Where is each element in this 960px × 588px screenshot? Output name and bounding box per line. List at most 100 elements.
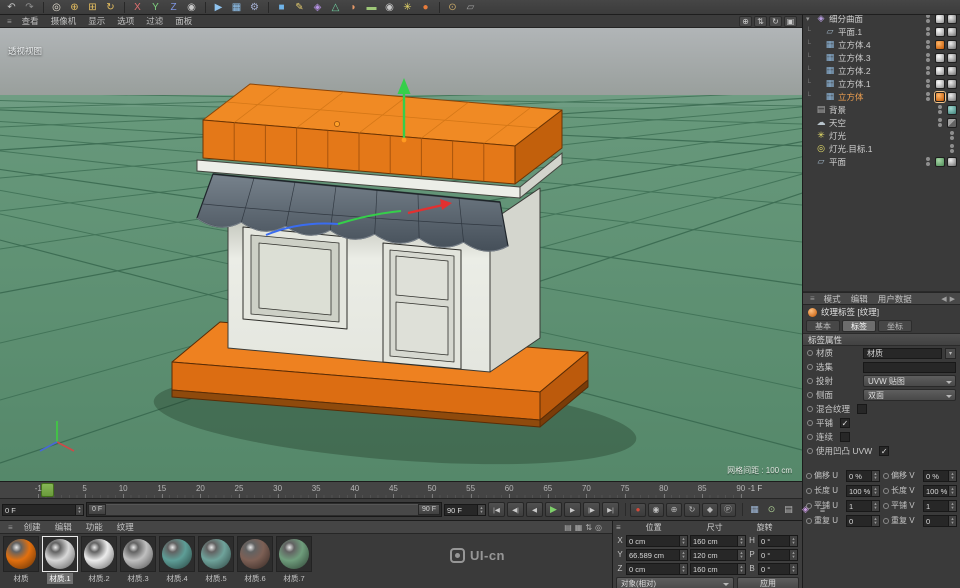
visibility-dots[interactable] [926,40,930,49]
spinner-down-icon[interactable]: ▼ [951,506,955,510]
editor-visibility-dot[interactable] [950,131,954,135]
phong-tag-icon[interactable] [947,66,957,76]
deformer-icon[interactable]: ◗ [345,1,362,14]
spinner-arrows[interactable]: ▲▼ [789,550,797,560]
material-menu-item[interactable]: 纹理 [110,521,141,533]
silver-tag-icon[interactable] [935,79,945,89]
visibility-dots[interactable] [926,53,930,62]
viewport-menu-panel[interactable]: 面板 [169,15,198,27]
record-rotation-button[interactable]: ↻ [684,503,700,517]
spinner-down-icon[interactable]: ▼ [874,491,878,495]
spinner-down-icon[interactable]: ▼ [792,569,796,573]
material-menu-item[interactable]: 编辑 [48,521,79,533]
uv-value-field[interactable]: 100 %▲▼ [846,485,880,497]
phong-tag-icon[interactable] [947,53,957,63]
spinner-down-icon[interactable]: ▼ [740,555,744,559]
zoom-view-icon[interactable]: ⇅ [754,16,767,27]
phong-tag-icon[interactable] [947,14,957,24]
spinner-arrows[interactable]: ▲▼ [948,486,956,496]
subdivision-surface-icon[interactable]: ◈ [309,1,326,14]
floor-icon[interactable]: ▬ [363,1,380,14]
anim-dot-icon[interactable] [807,350,813,356]
sort-icon[interactable]: ⇅ [585,523,592,532]
spinner-arrows[interactable]: ▲▼ [871,516,879,526]
rotate-view-icon[interactable]: ↻ [769,16,782,27]
visibility-dots[interactable] [926,92,930,101]
current-frame-field[interactable]: 0 F▲▼ [2,504,84,516]
autokey-button[interactable]: ◉ [648,503,664,517]
live-selection-icon[interactable]: ◎ [48,1,65,14]
render-visibility-dot[interactable] [938,110,942,114]
material-item[interactable]: 材质.3 [119,536,157,584]
spinner-arrows[interactable]: ▲▼ [948,516,956,526]
move-tool-icon[interactable]: ⊕ [66,1,83,14]
record-parameter-button[interactable]: ◆ [702,503,718,517]
display-filter-icon[interactable]: ▤ [781,503,796,516]
material-menu-item[interactable]: 创建 [17,521,48,533]
orange-tag-icon[interactable] [935,40,945,50]
keyframe-selection-icon[interactable]: ▦ [747,503,762,516]
viewport-menu-filter[interactable]: 过滤 [140,15,169,27]
render-visibility-dot[interactable] [938,123,942,127]
lock-icon[interactable]: ◈ [798,503,813,516]
visibility-dots[interactable] [926,27,930,36]
search-icon[interactable]: ◎ [595,523,602,532]
object-label[interactable]: 立方体.4 [838,39,871,51]
render-picture-viewer-icon[interactable]: ▦ [228,1,245,14]
coordinate-menu-icon[interactable]: ≡ [616,523,621,532]
range-end-handle[interactable]: 90 F [418,504,440,515]
render-visibility-dot[interactable] [926,162,930,166]
position-field[interactable]: 0 cm▲▼ [626,535,688,547]
uv-value-field[interactable]: 100 %▲▼ [923,485,957,497]
visibility-dots[interactable] [926,66,930,75]
size-field[interactable]: 160 cm▲▼ [690,535,746,547]
render-visibility-dot[interactable] [926,84,930,88]
y-axis-lock-icon[interactable]: Y [147,1,164,14]
uv-value-field[interactable]: 0▲▼ [923,515,957,527]
viewport-3d[interactable]: ≡ 查看摄像机显示选项过滤面板 ⊕⇅↻▣ [0,15,802,481]
spinner-arrows[interactable]: ▲▼ [789,564,797,574]
visibility-dots[interactable] [926,79,930,88]
visibility-dots[interactable] [938,105,942,114]
spinner-arrows[interactable]: ▲▼ [948,471,956,481]
render-settings-icon[interactable]: ⚙ [246,1,263,14]
spinner-arrows[interactable]: ▲▼ [679,564,687,574]
anim-dot-icon[interactable] [807,378,813,384]
object-row[interactable]: ◎灯光.目标.1 [803,142,960,155]
object-label[interactable]: 背景 [829,104,846,116]
spline-pen-icon[interactable]: ✎ [291,1,308,14]
workplane-icon[interactable]: ▱ [462,1,479,14]
phong-tag-icon[interactable] [947,157,957,167]
undo-icon[interactable]: ↶ [3,1,20,14]
material-item[interactable]: 材质.7 [275,536,313,584]
editor-visibility-dot[interactable] [926,66,930,70]
attribute-menu-icon[interactable]: ≡ [806,294,819,303]
camera-icon[interactable]: ◉ [381,1,398,14]
render-visibility-dot[interactable] [926,97,930,101]
timeline-ruler[interactable]: -1 F -1510152025303540455055606570758085… [0,482,802,499]
material-item[interactable]: 材质.4 [158,536,196,584]
silver-tag-icon[interactable] [935,53,945,63]
visibility-dots[interactable] [950,144,954,153]
spinner-down-icon[interactable]: ▼ [874,506,878,510]
expand-arrow-icon[interactable]: ▾ [806,15,815,23]
silver-tag-icon[interactable] [935,27,945,37]
dropdown[interactable]: UVW 贴图 [863,375,956,387]
viewport-menu-cameras[interactable]: 摄像机 [45,15,83,27]
toggle-views-icon[interactable]: ▣ [784,16,797,27]
render-visibility-dot[interactable] [926,32,930,36]
anim-dot-icon[interactable] [883,473,889,479]
primitive-cube-icon[interactable]: ■ [273,1,290,14]
spinner-down-icon[interactable]: ▼ [740,569,744,573]
uv-value-field[interactable]: 0▲▼ [846,515,880,527]
phong-tag-icon[interactable] [947,92,957,102]
anim-dot-icon[interactable] [806,518,812,524]
spinner-arrows[interactable]: ▲▼ [75,505,83,515]
editor-visibility-dot[interactable] [938,118,942,122]
rotation-field[interactable]: 0 °▲▼ [758,549,798,561]
spinner-down-icon[interactable]: ▼ [682,541,686,545]
teal-tag-icon[interactable] [947,105,957,115]
spinner-arrows[interactable]: ▲▼ [871,486,879,496]
silver-tag-icon[interactable] [935,14,945,24]
uv-value-field[interactable]: 0 %▲▼ [923,470,957,482]
